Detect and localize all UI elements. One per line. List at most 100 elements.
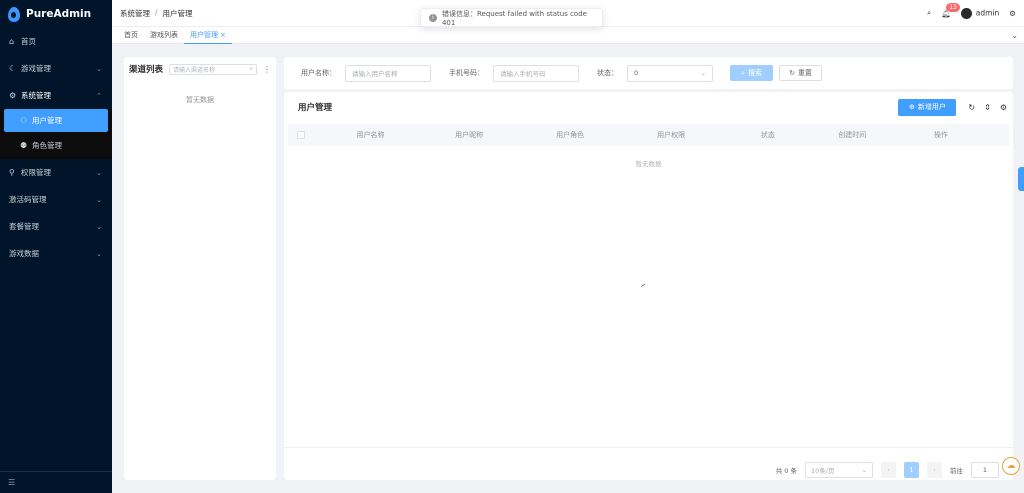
- sidebar-item-system-management[interactable]: ⚙ 系统管理 ⌃: [0, 82, 112, 109]
- table-empty-text: 暂无数据: [635, 160, 662, 168]
- phone-label: 手机号码：: [449, 69, 484, 77]
- cloud-icon[interactable]: ☁: [1002, 457, 1020, 475]
- chevron-down-icon: ⌄: [96, 168, 102, 177]
- info-icon: i: [429, 13, 437, 22]
- column-header[interactable]: 用户权限: [638, 130, 704, 140]
- tab-user-management[interactable]: 用户管理 ×: [184, 27, 232, 44]
- avatar: [960, 7, 972, 19]
- search-icon: ⌕: [741, 68, 745, 77]
- search-button[interactable]: ⌕ 搜索: [730, 65, 773, 81]
- sidebar-item-role-management[interactable]: ⚉ 角色管理: [0, 132, 112, 159]
- toast-message: 错误信息：Request failed with status code 401: [441, 9, 587, 27]
- column-header[interactable]: 用户名称: [305, 130, 437, 140]
- search-button-label: 搜索: [747, 69, 762, 77]
- tabs-bar: 首页 游戏列表 用户管理 × ⌄: [112, 27, 1024, 44]
- sidebar-item-home[interactable]: ⌂ 首页: [0, 28, 112, 55]
- breadcrumb-item: 用户管理: [162, 8, 193, 18]
- channel-search-input[interactable]: 请输入渠道名称 ⌕: [169, 63, 257, 75]
- add-user-button[interactable]: ⊕ 新增用户: [898, 98, 957, 116]
- status-label: 状态：: [597, 69, 618, 77]
- error-toast: i 错误信息：Request failed with status code 4…: [420, 8, 603, 27]
- column-header: 操作: [933, 131, 948, 139]
- header-actions: ⌕ 🔔︎ 13 admin ⚙: [927, 2, 1016, 19]
- status-value: 0: [634, 69, 639, 77]
- next-page-button[interactable]: ›: [927, 462, 942, 478]
- close-icon[interactable]: ×: [220, 31, 226, 39]
- chevron-up-icon: ⌃: [96, 91, 102, 100]
- notification-badge: 13: [946, 2, 960, 12]
- search-icon[interactable]: ⌕: [927, 8, 931, 18]
- column-header[interactable]: 创建时间: [832, 130, 873, 140]
- page-size-value: 10条/页: [811, 467, 835, 475]
- breadcrumb-item[interactable]: 系统管理: [120, 8, 150, 19]
- channel-search-placeholder: 请输入渠道名称: [173, 66, 216, 74]
- sidebar-item-package-management[interactable]: 套餐管理 ⌄: [0, 213, 112, 240]
- tab-label: 用户管理: [190, 30, 218, 39]
- tab-game-list[interactable]: 游戏列表: [144, 27, 184, 44]
- username-label: 用户名称：: [301, 69, 336, 77]
- logo[interactable]: PureAdmin: [0, 0, 112, 28]
- home-icon: ⌂: [9, 37, 15, 46]
- status-select[interactable]: 0 ⌄: [627, 64, 713, 82]
- breadcrumb-separator: /: [155, 7, 158, 17]
- column-header[interactable]: 用户昵称: [436, 130, 502, 140]
- column-header[interactable]: 用户角色: [502, 130, 638, 140]
- collapse-icon: ☰: [8, 478, 16, 487]
- goto-page-input[interactable]: 1: [971, 462, 999, 478]
- table-toolbar: ⊕ 新增用户 ↻ ⇕ ⚙: [898, 98, 1007, 116]
- loading-spinner-icon: [639, 281, 646, 288]
- select-all-checkbox[interactable]: [297, 131, 305, 139]
- sidebar-item-game-data[interactable]: 游戏数据 ⌄: [0, 240, 112, 267]
- side-drawer-handle[interactable]: [1018, 167, 1024, 191]
- user-menu[interactable]: admin: [960, 7, 1000, 19]
- phone-placeholder: 请输入手机号码: [500, 70, 546, 78]
- table-title: 用户管理: [298, 103, 333, 113]
- moon-icon: ☾: [9, 64, 17, 73]
- page-size-select[interactable]: 10条/页 ⌄: [805, 462, 873, 478]
- settings-gear-icon[interactable]: ⚙: [1009, 9, 1016, 18]
- gear-icon: ⚙: [9, 91, 17, 100]
- reset-button[interactable]: ↻ 重置: [779, 65, 822, 81]
- breadcrumb: 系统管理 / 用户管理: [120, 8, 193, 19]
- goto-label: 前往: [950, 467, 963, 475]
- more-vertical-icon[interactable]: ⋮: [263, 65, 271, 74]
- tab-home[interactable]: 首页: [118, 27, 144, 44]
- username-placeholder: 请输入用户名称: [352, 70, 398, 78]
- collapse-sidebar-button[interactable]: ☰: [0, 471, 112, 493]
- add-user-label: 新增用户: [917, 103, 946, 111]
- refresh-icon: ↻: [789, 69, 795, 77]
- chevron-down-icon[interactable]: ⌄: [1011, 31, 1018, 40]
- users-icon: ⚉: [20, 141, 28, 150]
- username: admin: [975, 8, 1000, 17]
- app-title: PureAdmin: [26, 8, 92, 20]
- density-icon[interactable]: ⇕: [984, 103, 991, 112]
- user-icon: ⚇: [20, 116, 28, 125]
- chevron-down-icon: ⌄: [861, 466, 867, 474]
- system-submenu: ⚇ 用户管理 ⚉ 角色管理: [0, 109, 112, 159]
- user-table-panel: 用户管理 ⊕ 新增用户 ↻ ⇕ ⚙ 用户名称 用户昵称 用户角色 用户权限 状态 …: [284, 92, 1013, 480]
- sidebar-item-permission-management[interactable]: ⚲ 权限管理 ⌄: [0, 159, 112, 186]
- username-input[interactable]: 请输入用户名称: [345, 64, 431, 82]
- refresh-icon[interactable]: ↻: [968, 103, 975, 112]
- channel-empty-text: 暂无数据: [186, 96, 214, 104]
- chevron-down-icon: ⌄: [96, 195, 102, 204]
- notification-button[interactable]: 🔔︎ 13: [941, 2, 960, 18]
- table-header-bar: 用户管理 ⊕ 新增用户 ↻ ⇕ ⚙: [284, 92, 1013, 122]
- search-form: 用户名称： 请输入用户名称 手机号码： 请输入手机号码 状态： 0 ⌄ ⌕ 搜索 …: [284, 57, 1013, 89]
- pagination-total: 共 0 条: [775, 467, 797, 475]
- reset-button-label: 重置: [797, 69, 812, 77]
- column-header[interactable]: 状态: [704, 130, 832, 140]
- chevron-down-icon: ⌄: [96, 64, 102, 73]
- sidebar-item-user-management[interactable]: ⚇ 用户管理: [4, 109, 108, 132]
- channel-title: 渠道列表: [129, 65, 164, 75]
- prev-page-button[interactable]: ‹: [881, 462, 896, 478]
- settings-icon[interactable]: ⚙: [1000, 103, 1007, 112]
- sidebar-item-activation-code[interactable]: 激活码管理 ⌄: [0, 186, 112, 213]
- chevron-down-icon: ⌄: [96, 249, 102, 258]
- page-number[interactable]: 1: [904, 462, 919, 478]
- sidebar: PureAdmin ⌂ 首页 ☾ 游戏管理 ⌄ ⚙ 系统管理 ⌃ ⚇ 用户管理 …: [0, 0, 112, 493]
- phone-input[interactable]: 请输入手机号码: [493, 64, 579, 82]
- sidebar-item-game-management[interactable]: ☾ 游戏管理 ⌄: [0, 55, 112, 82]
- plus-circle-icon: ⊕: [908, 103, 915, 111]
- channel-panel: 渠道列表 请输入渠道名称 ⌕ ⋮ 暂无数据: [124, 57, 276, 480]
